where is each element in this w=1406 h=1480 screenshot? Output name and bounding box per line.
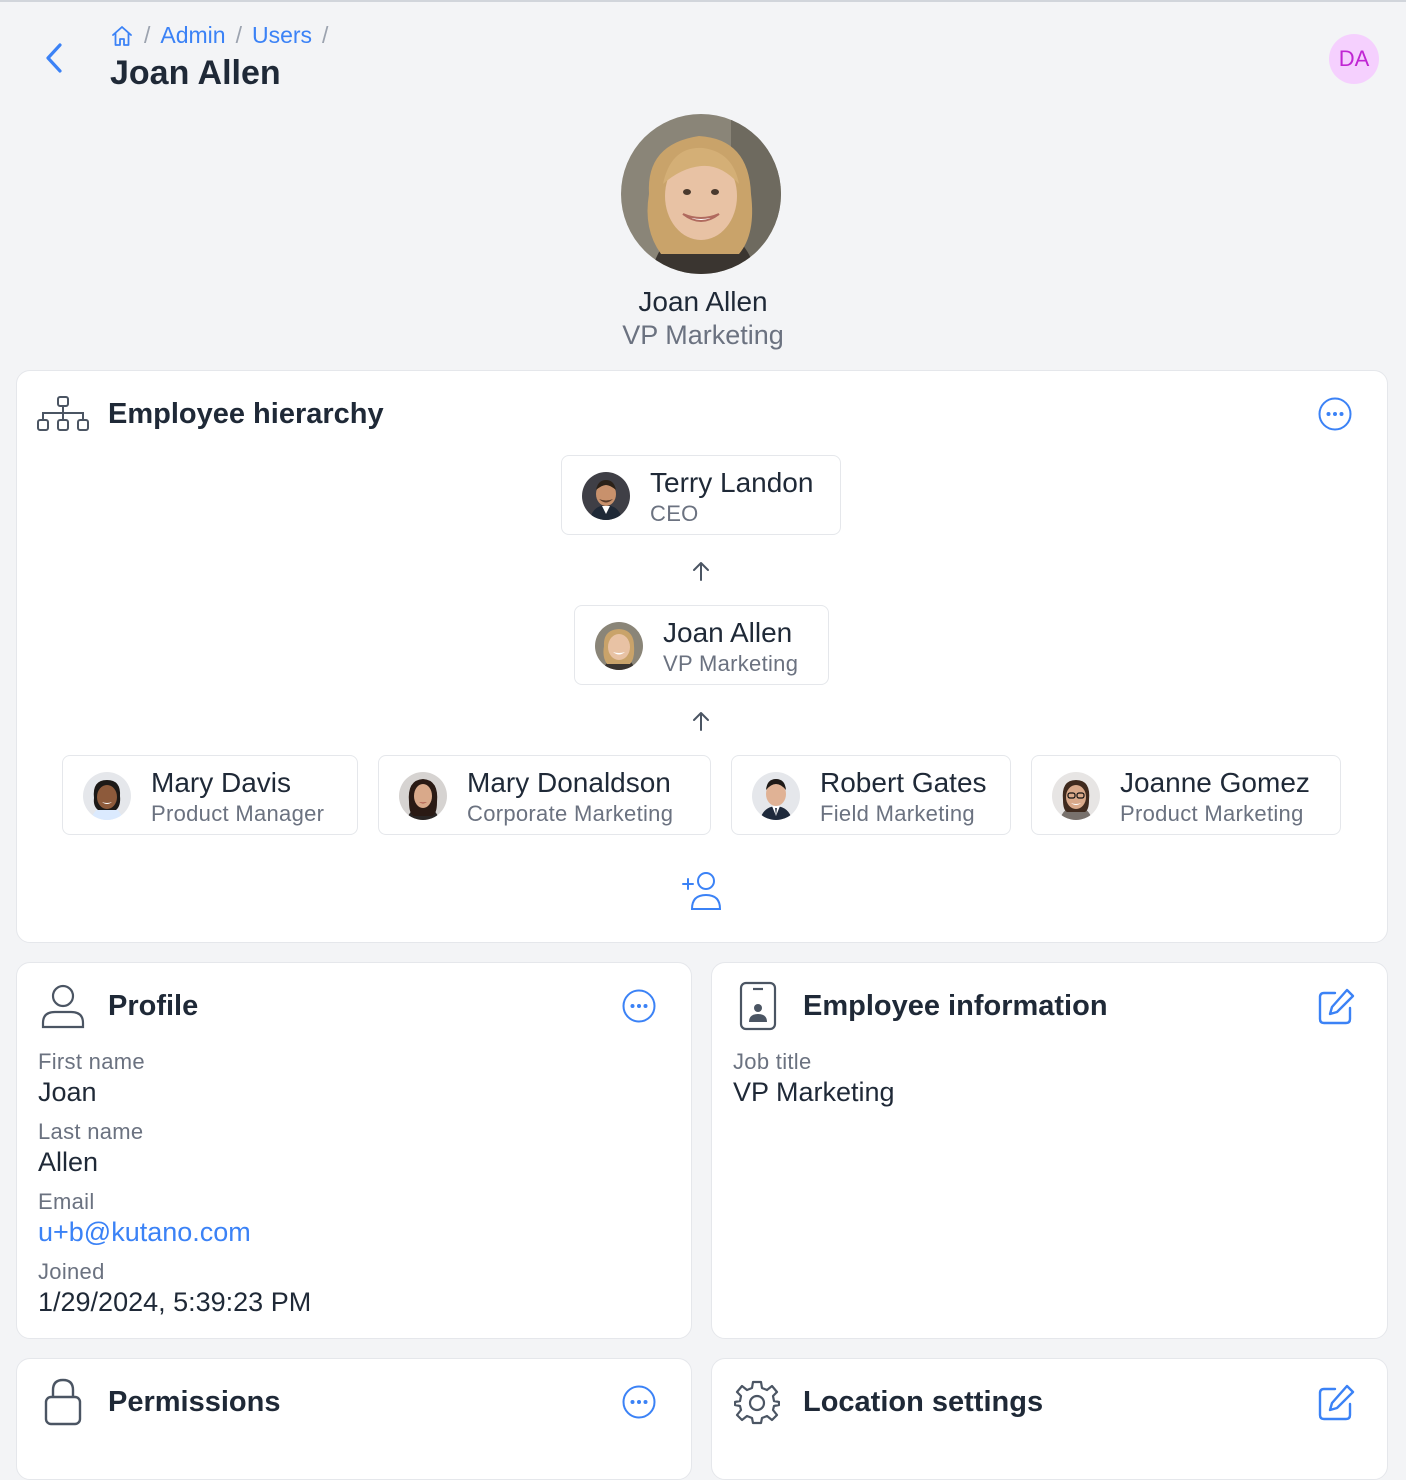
hierarchy-report-node[interactable]: Robert Gates Field Marketing: [731, 755, 1011, 835]
avatar: [582, 472, 630, 520]
avatar: [83, 772, 131, 820]
avatar: [595, 622, 643, 670]
node-role: Product Manager: [151, 801, 325, 826]
field-label-job-title: Job title: [733, 1049, 812, 1074]
profile-photo: [621, 114, 781, 274]
more-options-icon[interactable]: [1317, 396, 1353, 432]
field-value-last-name: Allen: [38, 1147, 99, 1177]
id-badge-icon: [739, 981, 777, 1031]
user-icon: [41, 984, 85, 1029]
edit-icon[interactable]: [1316, 987, 1356, 1027]
node-role: Field Marketing: [820, 801, 975, 826]
top-divider: [0, 0, 1406, 2]
node-role: CEO: [650, 501, 699, 526]
lock-icon: [44, 1378, 82, 1426]
node-name: Mary Davis: [151, 767, 292, 798]
chevron-left-icon: [46, 43, 62, 73]
node-role: VP Marketing: [663, 651, 799, 676]
home-icon: [112, 25, 132, 46]
edit-icon[interactable]: [1316, 1383, 1356, 1423]
breadcrumb-separator: /: [322, 22, 329, 48]
location-settings-card: Location settings: [711, 1358, 1388, 1480]
node-name: Robert Gates: [820, 767, 987, 798]
field-label-last-name: Last name: [38, 1119, 144, 1144]
node-name: Terry Landon: [650, 467, 814, 498]
card-title: Employee hierarchy: [108, 398, 384, 430]
breadcrumb-separator: /: [235, 22, 242, 48]
card-title: Profile: [108, 990, 199, 1022]
employee-information-card: Employee information Job title VP Market…: [711, 962, 1388, 1339]
profile-name: Joan Allen: [638, 286, 768, 317]
node-name: Mary Donaldson: [467, 767, 671, 798]
node-role: Product Marketing: [1120, 801, 1304, 826]
breadcrumb-users[interactable]: Users: [252, 22, 312, 49]
field-value-first-name: Joan: [38, 1077, 97, 1107]
breadcrumb-separator: /: [144, 22, 151, 48]
page-title: Joan Allen: [110, 54, 281, 92]
node-role: Corporate Marketing: [467, 801, 674, 826]
breadcrumb-admin[interactable]: Admin: [160, 22, 225, 49]
back-button[interactable]: [38, 40, 70, 76]
arrow-up-icon: [693, 712, 709, 731]
avatar: [752, 772, 800, 820]
node-name: Joan Allen: [663, 617, 793, 648]
arrow-up-icon: [693, 562, 709, 581]
permissions-card: Permissions: [16, 1358, 692, 1480]
hierarchy-report-node[interactable]: Mary Davis Product Manager: [62, 755, 358, 835]
user-avatar-badge[interactable]: DA: [1329, 34, 1379, 84]
field-label-joined: Joined: [38, 1259, 105, 1284]
hierarchy-manager-node[interactable]: Terry Landon CEO: [561, 455, 841, 535]
org-chart-icon: [37, 396, 89, 431]
profile-card: Profile First name Joan Last name Allen …: [16, 962, 692, 1339]
breadcrumb: / Admin / Users /: [110, 22, 338, 49]
field-value-job-title: VP Marketing: [733, 1077, 895, 1107]
field-label-first-name: First name: [38, 1049, 145, 1074]
field-value-joined: 1/29/2024, 5:39:23 PM: [38, 1287, 312, 1317]
card-title: Employee information: [803, 990, 1108, 1022]
card-title: Location settings: [803, 1386, 1044, 1418]
hierarchy-current-node[interactable]: Joan Allen VP Marketing: [574, 605, 829, 685]
gear-icon: [734, 1380, 780, 1425]
more-options-icon[interactable]: [621, 1384, 657, 1420]
card-title: Permissions: [108, 1386, 281, 1418]
email-link[interactable]: u+b@kutano.com: [38, 1217, 251, 1248]
add-user-icon[interactable]: [680, 868, 724, 912]
hierarchy-report-node[interactable]: Joanne Gomez Product Marketing: [1031, 755, 1341, 835]
node-name: Joanne Gomez: [1120, 767, 1310, 798]
hierarchy-report-node[interactable]: Mary Donaldson Corporate Marketing: [378, 755, 711, 835]
avatar: [1052, 772, 1100, 820]
profile-title: VP Marketing: [622, 320, 784, 350]
more-options-icon[interactable]: [621, 988, 657, 1024]
breadcrumb-home[interactable]: [110, 24, 134, 48]
avatar: [399, 772, 447, 820]
field-label-email: Email: [38, 1189, 95, 1214]
